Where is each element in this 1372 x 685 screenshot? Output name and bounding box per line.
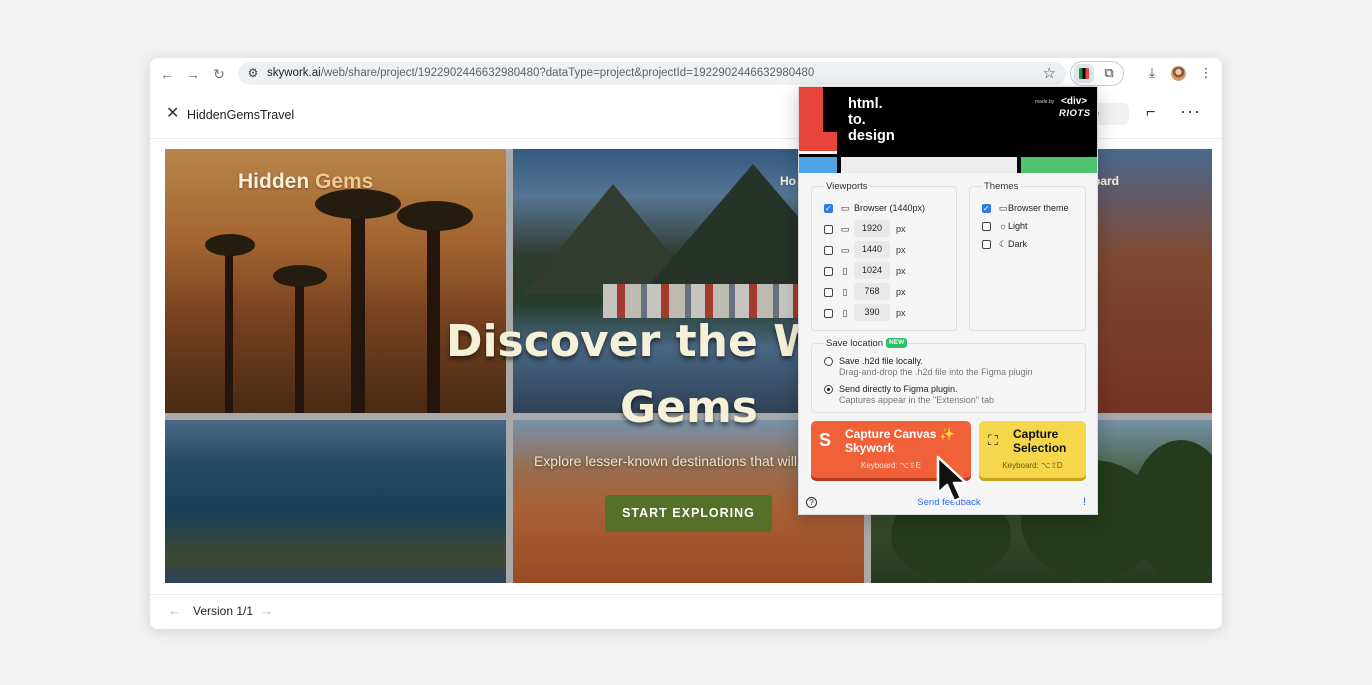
viewport-option[interactable]: ▯ 768 px — [824, 283, 944, 300]
address-bar[interactable]: ⚙ skywork.ai/web/share/project/192290244… — [238, 62, 1066, 85]
version-footer: ← Version 1/1 → — [150, 594, 1222, 629]
viewport-browser-option[interactable]: ▭ Browser (1440px) — [824, 201, 954, 216]
laptop-icon: ▭ — [840, 245, 850, 255]
capture-canvas-line1: Capture Canvas ✨ — [845, 427, 955, 441]
viewport-checkbox[interactable] — [824, 309, 833, 318]
monitor-icon: ▭ — [840, 224, 850, 234]
tablet-icon: ▯ — [842, 287, 848, 297]
capture-selection-shortcut: Keyboard: ⌥⇧D — [1002, 461, 1063, 470]
viewports-title: Viewports — [824, 181, 870, 192]
url-path: /web/share/project/1922902446632980480?d… — [320, 67, 815, 79]
collapse-icon[interactable]: ⌐ — [1146, 104, 1155, 122]
site-settings-icon[interactable]: ⚙ — [246, 66, 260, 80]
previous-version-icon[interactable]: ← — [168, 603, 181, 619]
browser-menu-icon[interactable]: ⋮ — [1198, 65, 1214, 81]
figma-plugin-icon[interactable]: ⵑ — [1083, 497, 1086, 508]
themes-title: Themes — [982, 181, 1021, 192]
capture-selection-line1: Capture — [1013, 427, 1059, 441]
url-text[interactable]: skywork.ai/web/share/project/19229024466… — [267, 66, 814, 81]
send-to-figma-option[interactable]: Send directly to Figma plugin. Captures … — [824, 382, 1079, 406]
next-version-icon[interactable]: → — [260, 603, 273, 619]
viewport-unit: px — [896, 308, 906, 318]
close-icon[interactable]: ✕ — [166, 106, 179, 122]
viewport-unit: px — [896, 245, 906, 255]
extensions-puzzle-icon[interactable]: ⧉ — [1101, 65, 1117, 81]
viewport-unit: px — [896, 287, 906, 297]
mouse-cursor-icon — [936, 455, 968, 503]
divriots-logo-top: <div> — [1061, 96, 1088, 107]
download-icon[interactable]: ⤓ — [1144, 65, 1160, 81]
viewport-width-input[interactable]: 1024 — [854, 262, 890, 279]
viewport-checkbox[interactable] — [824, 288, 833, 297]
url-host: skywork.ai — [267, 67, 321, 79]
site-logo[interactable]: Hidden Gems — [238, 170, 373, 194]
viewport-option[interactable]: ▯ 1024 px — [824, 262, 944, 279]
save-location-label: Save location — [826, 338, 884, 349]
bookmark-star-icon[interactable]: ☆ — [1043, 65, 1056, 82]
html-to-design-popup: html. to. design made by <div> RIOTS Vie… — [798, 86, 1098, 515]
viewport-option[interactable]: ▭ 1440 px — [824, 241, 944, 258]
capture-canvas-label: Capture Canvas ✨ Skywork — [845, 427, 955, 455]
theme-option-dark[interactable]: ☾ Dark — [982, 237, 1082, 251]
theme-dark-label: Dark — [1008, 239, 1028, 249]
divriots-logo-bottom: RIOTS — [1059, 108, 1091, 119]
viewport-width-input[interactable]: 768 — [854, 283, 890, 300]
project-name: HiddenGemsTravel — [187, 108, 295, 122]
made-by-label: made by — [1035, 99, 1055, 105]
forward-arrow-icon[interactable]: → — [185, 66, 201, 82]
viewport-width-input[interactable]: 390 — [854, 304, 890, 321]
browser-toolbar: ← → ↻ ⚙ skywork.ai/web/share/project/192… — [150, 58, 1222, 89]
send-to-figma-hint: Captures appear in the "Extension" tab — [839, 395, 994, 405]
save-locally-radio[interactable] — [824, 357, 833, 366]
reload-icon[interactable]: ↻ — [211, 66, 227, 82]
send-to-figma-radio[interactable] — [824, 385, 833, 394]
theme-option-light[interactable]: ☼ Light — [982, 219, 1082, 233]
theme-browser-checkbox[interactable] — [982, 202, 991, 216]
site-nav-home[interactable]: Ho — [780, 174, 796, 188]
phone-icon: ▯ — [842, 308, 848, 318]
viewports-panel: Viewports ▭ Browser (1440px) ▭ 1920 px ▭… — [811, 181, 957, 331]
viewport-unit: px — [896, 266, 906, 276]
viewport-browser-label: Browser (1440px) — [854, 203, 926, 213]
themes-panel: Themes ▭ Browser theme ☼ Light ☾ Dark — [969, 181, 1086, 331]
skywork-icon: S — [819, 430, 832, 450]
viewport-width-input[interactable]: 1440 — [854, 241, 890, 258]
save-locally-hint: Drag-and-drop the .h2d file into the Fig… — [839, 367, 1033, 377]
save-location-title: Save location NEW — [824, 338, 910, 349]
theme-light-checkbox[interactable] — [982, 222, 991, 231]
capture-selection-line2: Selection — [1013, 441, 1067, 455]
tablet-icon: ▯ — [842, 266, 848, 276]
logo-word-gems: Gems — [315, 170, 374, 193]
start-exploring-button[interactable]: START EXPLORING — [605, 495, 772, 532]
theme-light-label: Light — [1008, 221, 1028, 231]
version-label: Version 1/1 — [193, 604, 254, 618]
save-location-panel: Save location NEW Save .h2d file locally.… — [811, 338, 1086, 413]
viewport-option[interactable]: ▯ 390 px — [824, 304, 944, 321]
more-options-icon[interactable]: ··· — [1180, 102, 1201, 120]
viewport-width-input[interactable]: 1920 — [854, 220, 890, 237]
capture-selection-button[interactable]: ⛶ Capture Selection Keyboard: ⌥⇧D — [979, 421, 1086, 478]
theme-browser-label: Browser theme — [1008, 203, 1069, 213]
extensions-group: ⧉ — [1070, 61, 1124, 86]
capture-selection-label: Capture Selection — [1013, 427, 1066, 455]
html-to-design-extension-icon[interactable] — [1074, 64, 1094, 83]
selection-icon: ⛶ — [988, 432, 998, 448]
profile-avatar[interactable] — [1171, 66, 1186, 81]
viewport-option[interactable]: ▭ 1920 px — [824, 220, 944, 237]
save-locally-option[interactable]: Save .h2d file locally. Drag-and-drop th… — [824, 354, 1079, 378]
popup-header: html. to. design made by <div> RIOTS — [799, 87, 1097, 173]
popup-title: html. to. design — [848, 96, 895, 144]
logo-word-hidden: Hidden — [238, 170, 315, 193]
theme-option-browser[interactable]: ▭ Browser theme — [982, 201, 1082, 216]
viewport-checkbox[interactable] — [824, 267, 833, 276]
viewport-checkbox[interactable] — [824, 246, 833, 255]
capture-canvas-line2: Skywork — [845, 441, 895, 455]
new-badge: NEW — [886, 338, 908, 349]
back-arrow-icon[interactable]: ← — [159, 66, 175, 82]
viewport-unit: px — [896, 224, 906, 234]
viewport-checkbox[interactable] — [824, 225, 833, 234]
theme-dark-checkbox[interactable] — [982, 240, 991, 249]
monitor-icon: ▭ — [840, 203, 850, 213]
viewport-browser-checkbox[interactable] — [824, 202, 833, 216]
